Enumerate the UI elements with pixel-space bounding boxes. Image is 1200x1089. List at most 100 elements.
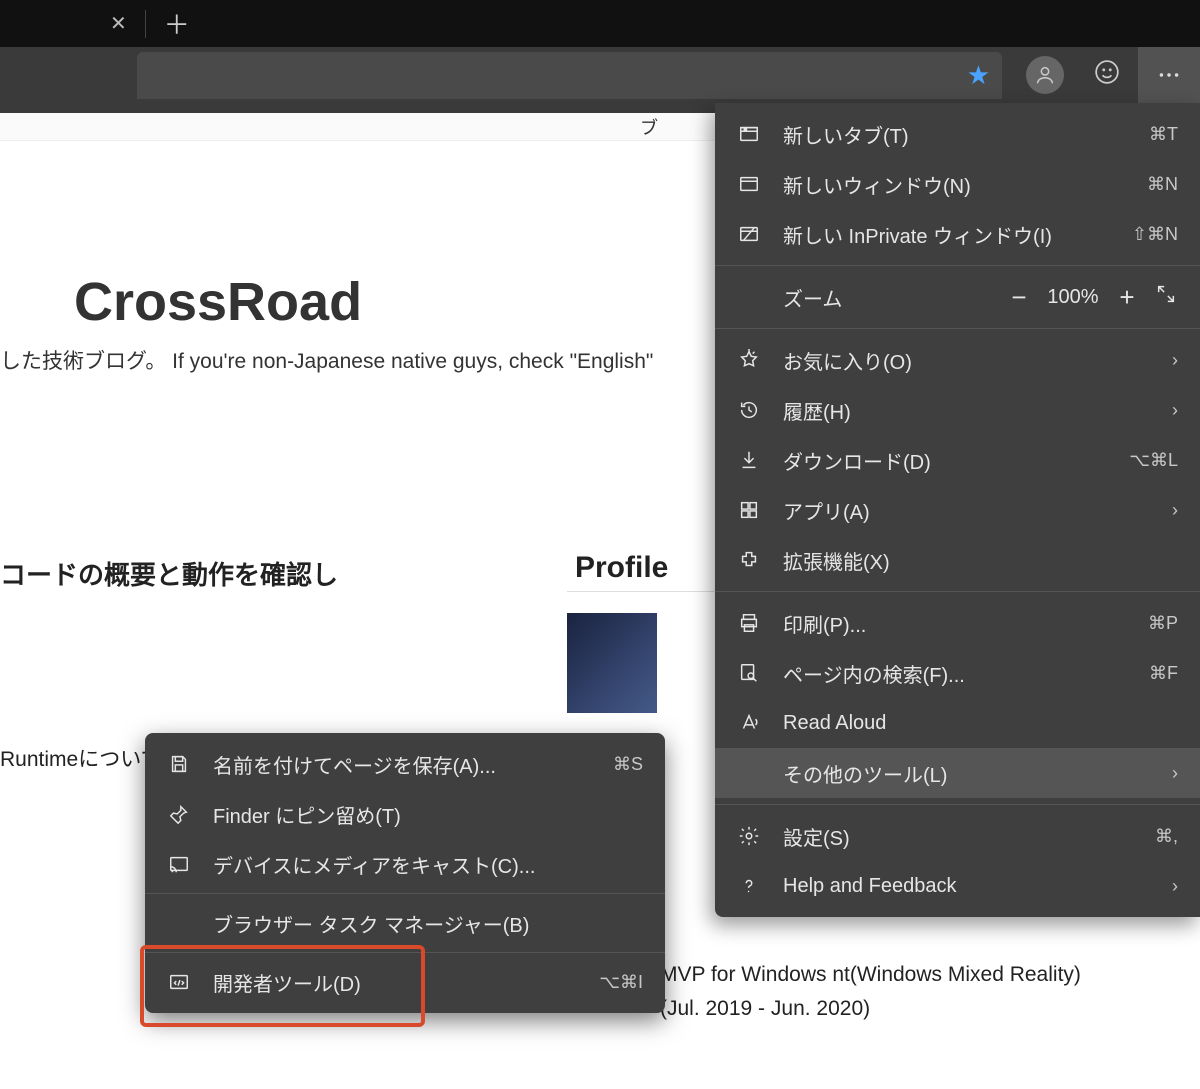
menu-label: ページ内の検索(F)...	[783, 659, 1149, 688]
menu-history[interactable]: 履歴(H) ›	[715, 385, 1200, 435]
menu-help[interactable]: Help and Feedback ›	[715, 861, 1200, 911]
feedback-button[interactable]	[1076, 47, 1138, 103]
menu-separator	[715, 804, 1200, 805]
menu-shortcut: ⌘,	[1155, 826, 1178, 847]
close-tab-button[interactable]: ✕	[100, 11, 137, 36]
favorites-icon	[735, 346, 763, 374]
mvp-text: MVP for Windows nt(Windows Mixed Reality…	[660, 958, 1090, 1025]
help-icon	[735, 872, 763, 900]
more-icon	[1156, 62, 1182, 88]
menu-separator	[715, 328, 1200, 329]
new-window-icon	[735, 170, 763, 198]
zoom-label: ズーム	[783, 283, 1000, 312]
extensions-icon	[735, 546, 763, 574]
chevron-right-icon: ›	[1172, 350, 1178, 371]
chevron-right-icon: ›	[1172, 400, 1178, 421]
chevron-right-icon: ›	[1172, 763, 1178, 784]
settings-menu: 新しいタブ(T) ⌘T 新しいウィンドウ(N) ⌘N 新しい InPrivate…	[715, 103, 1200, 917]
menu-shortcut: ⌘T	[1149, 124, 1178, 145]
cast-icon	[165, 850, 193, 878]
menu-new-tab[interactable]: 新しいタブ(T) ⌘T	[715, 109, 1200, 159]
more-menu-button[interactable]	[1138, 47, 1200, 103]
blank-icon	[735, 759, 763, 787]
menu-label: Read Aloud	[783, 712, 1178, 735]
menu-label: 新しい InPrivate ウィンドウ(I)	[783, 220, 1132, 249]
menu-shortcut: ⌘P	[1148, 613, 1178, 634]
submenu-label: 開発者ツール(D)	[213, 968, 599, 997]
devtools-icon	[165, 968, 193, 996]
smile-icon	[1094, 59, 1120, 92]
menu-print[interactable]: 印刷(P)... ⌘P	[715, 598, 1200, 648]
submenu-separator	[145, 893, 665, 894]
menu-label: 新しいウィンドウ(N)	[783, 170, 1147, 199]
menu-settings[interactable]: 設定(S) ⌘,	[715, 811, 1200, 861]
menu-favorites[interactable]: お気に入り(O) ›	[715, 335, 1200, 385]
profile-image	[567, 613, 657, 713]
submenu-dev-tools[interactable]: 開発者ツール(D) ⌥⌘I	[145, 957, 665, 1007]
fullscreen-button[interactable]	[1146, 283, 1186, 311]
profile-button[interactable]	[1014, 47, 1076, 103]
submenu-pin-finder[interactable]: Finder にピン留め(T)	[145, 789, 665, 839]
menu-label: その他のツール(L)	[783, 759, 1164, 788]
tab-strip: ✕ ＋	[0, 0, 1200, 47]
profile-heading: Profile	[575, 551, 668, 585]
menu-separator	[715, 591, 1200, 592]
menu-downloads[interactable]: ダウンロード(D) ⌥⌘L	[715, 435, 1200, 485]
chevron-right-icon: ›	[1172, 876, 1178, 897]
menu-label: ダウンロード(D)	[783, 446, 1129, 475]
menu-label: 履歴(H)	[783, 396, 1164, 425]
menu-shortcut: ⌘N	[1147, 174, 1178, 195]
submenu-task-manager[interactable]: ブラウザー タスク マネージャー(B)	[145, 898, 665, 948]
zoom-value: 100%	[1038, 286, 1108, 309]
pin-icon	[165, 800, 193, 828]
menu-label: アプリ(A)	[783, 496, 1164, 525]
address-bar[interactable]: ★	[137, 52, 1002, 99]
menu-label: 印刷(P)...	[783, 609, 1148, 638]
menu-extensions[interactable]: 拡張機能(X)	[715, 535, 1200, 585]
new-tab-button[interactable]: ＋	[154, 5, 200, 42]
submenu-shortcut: ⌥⌘I	[599, 972, 643, 993]
chevron-right-icon: ›	[1172, 500, 1178, 521]
settings-icon	[735, 822, 763, 850]
menu-shortcut: ⇧⌘N	[1132, 224, 1178, 245]
menu-label: お気に入り(O)	[783, 346, 1164, 375]
inprivate-icon	[735, 220, 763, 248]
submenu-separator	[145, 952, 665, 953]
print-icon	[735, 609, 763, 637]
menu-apps[interactable]: アプリ(A) ›	[715, 485, 1200, 535]
apps-icon	[735, 496, 763, 524]
submenu-shortcut: ⌘S	[613, 754, 643, 775]
history-icon	[735, 396, 763, 424]
menu-zoom-row: ズーム − 100% +	[715, 272, 1200, 322]
submenu-save-as[interactable]: 名前を付けてページを保存(A)... ⌘S	[145, 739, 665, 789]
menu-label: Help and Feedback	[783, 875, 1164, 898]
downloads-icon	[735, 446, 763, 474]
submenu-cast[interactable]: デバイスにメディアをキャスト(C)...	[145, 839, 665, 889]
submenu-label: 名前を付けてページを保存(A)...	[213, 750, 613, 779]
save-icon	[165, 750, 193, 778]
avatar-icon	[1026, 56, 1064, 94]
new-tab-icon	[735, 120, 763, 148]
menu-shortcut: ⌥⌘L	[1129, 450, 1178, 471]
menu-read-aloud[interactable]: Read Aloud	[715, 698, 1200, 748]
menu-label: 設定(S)	[783, 822, 1155, 851]
find-icon	[735, 659, 763, 687]
menu-label: 新しいタブ(T)	[783, 120, 1149, 149]
submenu-label: デバイスにメディアをキャスト(C)...	[213, 850, 643, 879]
more-tools-submenu: 名前を付けてページを保存(A)... ⌘S Finder にピン留め(T) デバ…	[145, 733, 665, 1013]
menu-more-tools[interactable]: その他のツール(L) ›	[715, 748, 1200, 798]
tab-divider	[145, 10, 146, 38]
read-aloud-icon	[735, 709, 763, 737]
menu-separator	[715, 265, 1200, 266]
favorite-star-icon[interactable]: ★	[967, 60, 990, 91]
menu-new-inprivate[interactable]: 新しい InPrivate ウィンドウ(I) ⇧⌘N	[715, 209, 1200, 259]
menu-find[interactable]: ページ内の検索(F)... ⌘F	[715, 648, 1200, 698]
zoom-out-button[interactable]: −	[1000, 282, 1038, 313]
menu-new-window[interactable]: 新しいウィンドウ(N) ⌘N	[715, 159, 1200, 209]
browser-toolbar: ★	[0, 47, 1200, 103]
zoom-in-button[interactable]: +	[1108, 282, 1146, 313]
menu-label: 拡張機能(X)	[783, 546, 1178, 575]
submenu-label: Finder にピン留め(T)	[213, 800, 643, 829]
menu-shortcut: ⌘F	[1149, 663, 1178, 684]
submenu-label: ブラウザー タスク マネージャー(B)	[213, 909, 643, 938]
